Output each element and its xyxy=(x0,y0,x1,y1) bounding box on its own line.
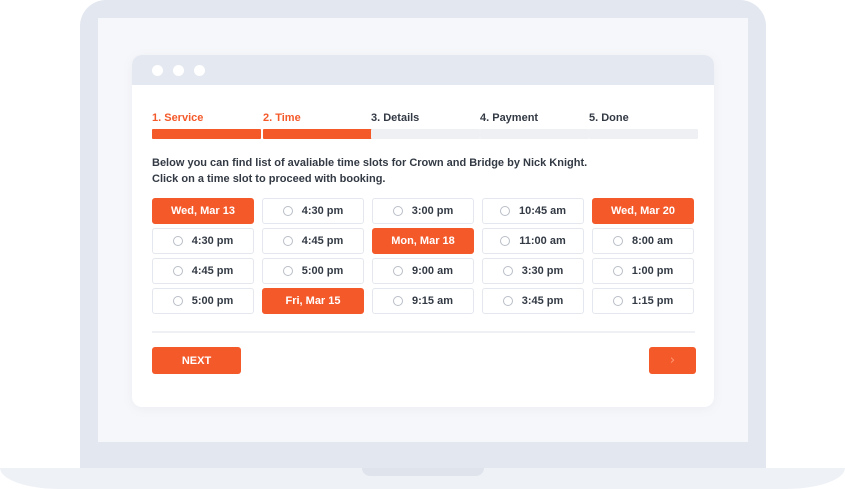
radio-icon[interactable] xyxy=(282,206,293,216)
time-slot[interactable]: 9:00 am xyxy=(372,258,474,284)
time-slot[interactable]: 4:45 pm xyxy=(262,228,364,254)
intro-line: Below you can find list of avaliable tim… xyxy=(152,157,588,169)
date-label: Fri, Mar 15 xyxy=(285,295,341,307)
radio-icon[interactable] xyxy=(393,296,403,306)
time-label: 4:30 pm xyxy=(191,235,234,247)
time-label: 10:45 am xyxy=(518,205,567,217)
window-dot xyxy=(173,65,184,76)
radio-icon[interactable] xyxy=(393,266,403,276)
booking-steps: 1. Service 2. Time 3. Details 4. Payment… xyxy=(152,111,698,139)
step-label: 1. Service xyxy=(152,112,204,124)
window-dot xyxy=(152,65,163,76)
window-dot xyxy=(194,65,205,76)
date-label: Wed, Mar 20 xyxy=(611,205,675,217)
date-header: Fri, Mar 15 xyxy=(262,288,364,314)
step-progress-bar xyxy=(152,129,261,139)
step-progress-bar xyxy=(263,129,372,139)
time-slot[interactable]: 11:00 am xyxy=(482,228,584,254)
time-label: 9:00 am xyxy=(412,265,453,277)
time-label: 1:15 pm xyxy=(631,295,674,307)
step-done[interactable]: 5. Done xyxy=(589,111,698,139)
radio-icon[interactable] xyxy=(613,236,623,246)
booking-window: 1. Service 2. Time 3. Details 4. Payment… xyxy=(132,55,714,407)
step-label: 3. Details xyxy=(371,112,420,124)
time-label: 3:30 pm xyxy=(521,265,564,277)
date-label: Mon, Mar 18 xyxy=(391,235,455,247)
radio-icon[interactable] xyxy=(500,236,511,246)
radio-icon[interactable] xyxy=(612,266,623,276)
step-label: 2. Time xyxy=(263,112,301,124)
time-slot[interactable]: 1:15 pm xyxy=(592,288,694,314)
radio-icon[interactable] xyxy=(502,266,513,276)
intro-line: Click on a time slot to proceed with boo… xyxy=(152,173,386,185)
date-header: Wed, Mar 20 xyxy=(592,198,694,224)
time-slot[interactable]: 3:45 pm xyxy=(482,288,584,314)
step-time[interactable]: 2. Time xyxy=(263,111,372,139)
radio-icon[interactable] xyxy=(172,266,183,276)
radio-icon[interactable] xyxy=(282,266,293,276)
time-label: 1:00 pm xyxy=(631,265,674,277)
time-slot[interactable]: 1:00 pm xyxy=(592,258,694,284)
time-label: 5:00 pm xyxy=(301,265,344,277)
time-label: 11:00 am xyxy=(519,235,566,247)
radio-icon[interactable] xyxy=(172,236,183,246)
date-header: Mon, Mar 18 xyxy=(372,228,474,254)
time-slot[interactable]: 10:45 am xyxy=(482,198,584,224)
step-label: 4. Payment xyxy=(480,112,539,124)
time-slot[interactable]: 9:15 am xyxy=(372,288,474,314)
time-slot[interactable]: 4:45 pm xyxy=(152,258,254,284)
time-slot[interactable]: 4:30 pm xyxy=(152,228,254,254)
divider xyxy=(152,331,695,333)
time-slot[interactable]: 5:00 pm xyxy=(262,258,364,284)
time-label: 3:00 pm xyxy=(411,205,454,217)
radio-icon[interactable] xyxy=(612,296,623,306)
intro-text: Below you can find list of avaliable tim… xyxy=(152,155,692,187)
window-titlebar xyxy=(132,55,714,85)
time-slot[interactable]: 3:00 pm xyxy=(372,198,474,224)
radio-icon[interactable] xyxy=(502,296,513,306)
next-arrow-button[interactable]: › xyxy=(649,347,696,374)
time-slot[interactable]: 4:30 pm xyxy=(262,198,364,224)
time-label: 9:15 am xyxy=(412,295,453,307)
step-progress-bar xyxy=(589,129,698,139)
step-progress-bar xyxy=(371,129,480,139)
radio-icon[interactable] xyxy=(172,296,183,306)
next-button[interactable]: NEXT xyxy=(152,347,241,374)
step-payment[interactable]: 4. Payment xyxy=(480,111,589,139)
time-slot[interactable]: 3:30 pm xyxy=(482,258,584,284)
step-service[interactable]: 1. Service xyxy=(152,111,261,139)
radio-icon[interactable] xyxy=(282,236,293,246)
step-details[interactable]: 3. Details xyxy=(371,111,480,139)
date-header: Wed, Mar 13 xyxy=(152,198,254,224)
step-progress-bar xyxy=(480,129,589,139)
time-label: 3:45 pm xyxy=(521,295,564,307)
time-label: 4:45 pm xyxy=(191,265,234,277)
time-slot[interactable]: 5:00 pm xyxy=(152,288,254,314)
laptop-notch xyxy=(362,468,484,476)
radio-icon[interactable] xyxy=(392,206,403,216)
time-label: 4:30 pm xyxy=(301,205,344,217)
step-label: 5. Done xyxy=(589,112,629,124)
time-label: 4:45 pm xyxy=(301,235,344,247)
chevron-right-icon: › xyxy=(669,353,676,368)
time-label: 5:00 pm xyxy=(191,295,234,307)
date-label: Wed, Mar 13 xyxy=(171,205,235,217)
radio-icon[interactable] xyxy=(499,206,510,216)
time-label: 8:00 am xyxy=(632,235,673,247)
time-slot[interactable]: 8:00 am xyxy=(592,228,694,254)
